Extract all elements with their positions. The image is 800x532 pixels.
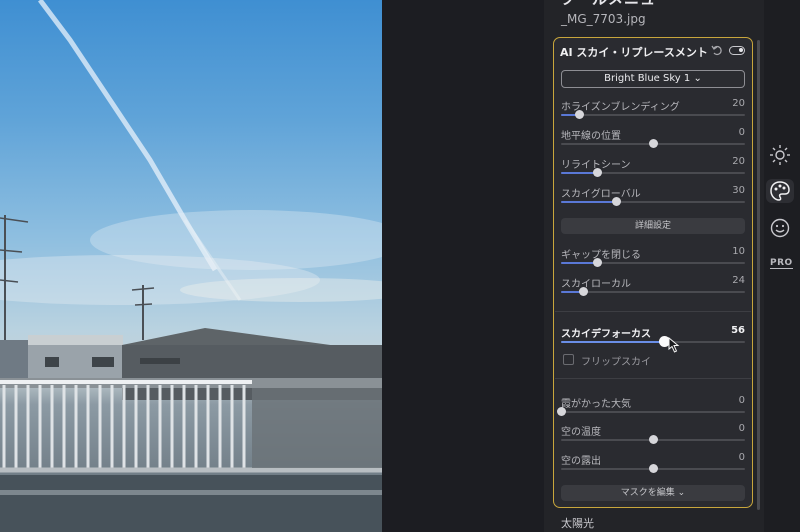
slider-label: 霞がかった大気	[561, 399, 631, 410]
panel-scrollbar[interactable]	[757, 40, 760, 510]
slider-track[interactable]	[561, 411, 745, 413]
flip-sky-label: フリップスカイ	[581, 357, 651, 368]
slider-value: 20	[732, 156, 745, 167]
slider-value: 10	[732, 246, 745, 257]
slider-hazy-atmosphere[interactable]: 霞がかった大気 0	[556, 395, 745, 421]
slider-handle[interactable]	[648, 435, 658, 444]
face-icon[interactable]	[769, 217, 791, 239]
canvas-gutter	[382, 0, 544, 532]
slider-handle[interactable]	[593, 168, 603, 177]
tool-enable-toggle[interactable]	[729, 46, 745, 55]
palette-icon[interactable]	[769, 180, 791, 202]
reset-icon[interactable]	[711, 44, 723, 56]
slider-value: 20	[732, 98, 745, 109]
slider-track[interactable]	[561, 114, 745, 116]
slider-label: スカイローカル	[561, 279, 631, 290]
slider-sky-defocus[interactable]: スカイデフォーカス 56	[561, 325, 745, 351]
slider-value: 24	[732, 275, 745, 286]
slider-value: 30	[732, 185, 745, 196]
slider-handle[interactable]	[556, 407, 566, 416]
slider-value: 0	[738, 423, 745, 434]
edit-mask-button[interactable]: マスクを編集 ⌄	[561, 485, 745, 501]
photo-preview	[0, 0, 382, 532]
slider-value: 0	[738, 452, 745, 463]
next-section-label: 太陽光	[561, 517, 594, 530]
sun-icon[interactable]	[769, 144, 791, 166]
sky-preset-dropdown[interactable]: Bright Blue Sky 1 ⌄	[561, 70, 745, 88]
chevron-down-icon: ⌄	[693, 73, 702, 84]
slider-handle[interactable]	[611, 197, 621, 206]
slider-sky-local[interactable]: スカイローカル 24	[561, 275, 745, 301]
slider-label: 地平線の位置	[561, 131, 621, 142]
slider-handle[interactable]	[578, 287, 588, 296]
slider-sky-exposure[interactable]: 空の露出 0	[561, 452, 745, 478]
slider-handle[interactable]	[648, 464, 658, 473]
slider-label: スカイグローバル	[561, 189, 641, 200]
panel-heading: ツールメニュー	[560, 0, 672, 9]
tool-title: AI スカイ・リプレースメント	[560, 46, 708, 59]
slider-label: 空の温度	[561, 427, 601, 438]
preset-label: Bright Blue Sky 1	[604, 73, 691, 84]
slider-close-gaps[interactable]: ギャップを閉じる 10	[561, 246, 745, 272]
edit-mask-label: マスクを編集	[620, 488, 675, 498]
flip-sky-checkbox[interactable]	[563, 354, 574, 365]
slider-horizon-blending[interactable]: ホライズンブレンディング 20	[561, 98, 745, 124]
slider-value: 0	[738, 127, 745, 138]
slider-fill	[561, 172, 598, 174]
slider-fill	[561, 341, 665, 343]
file-name: _MG_7703.jpg	[561, 12, 646, 26]
slider-value: 0	[738, 395, 745, 406]
slider-handle[interactable]	[593, 258, 603, 267]
slider-track[interactable]	[561, 291, 745, 293]
mouse-pointer-icon	[668, 337, 680, 353]
advanced-settings-button[interactable]: 詳細設定	[561, 218, 745, 234]
slider-value: 56	[731, 325, 745, 336]
slider-sky-global[interactable]: スカイグローバル 30	[561, 185, 745, 211]
section-divider	[555, 378, 751, 379]
photo-scene	[0, 0, 382, 532]
slider-label: 空の露出	[561, 456, 601, 467]
slider-handle[interactable]	[574, 110, 584, 119]
slider-relight-scene[interactable]: リライトシーン 20	[561, 156, 745, 182]
chevron-down-icon: ⌄	[677, 488, 686, 498]
slider-fill	[561, 201, 617, 203]
slider-horizon-position[interactable]: 地平線の位置 0	[561, 127, 745, 153]
slider-handle[interactable]	[648, 139, 658, 148]
section-divider	[555, 311, 751, 312]
slider-sky-temperature[interactable]: 空の温度 0	[561, 423, 745, 449]
pro-tools-icon[interactable]: PRO	[770, 258, 793, 269]
slider-fill	[561, 262, 598, 264]
slider-label: スカイデフォーカス	[561, 329, 651, 340]
